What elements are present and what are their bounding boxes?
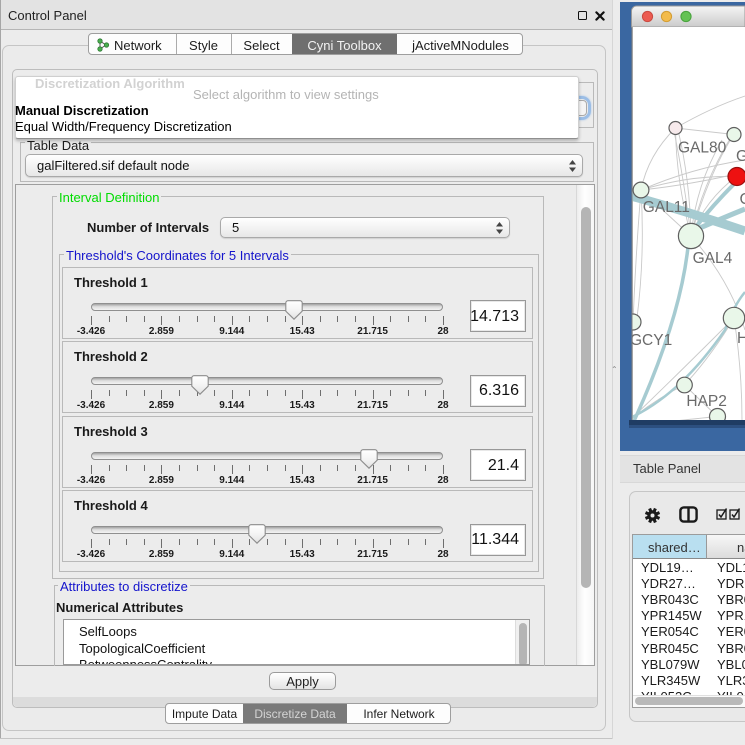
svg-text:HAP2: HAP2 <box>686 393 727 410</box>
svg-text:GCY1: GCY1 <box>630 332 672 349</box>
svg-text:GAL4: GAL4 <box>693 250 733 267</box>
svg-text:GA: GA <box>736 148 745 165</box>
svg-text:GAL80: GAL80 <box>678 140 727 157</box>
svg-text:HA: HA <box>737 330 745 347</box>
svg-text:GAL11: GAL11 <box>643 199 690 216</box>
svg-text:C: C <box>740 191 745 208</box>
